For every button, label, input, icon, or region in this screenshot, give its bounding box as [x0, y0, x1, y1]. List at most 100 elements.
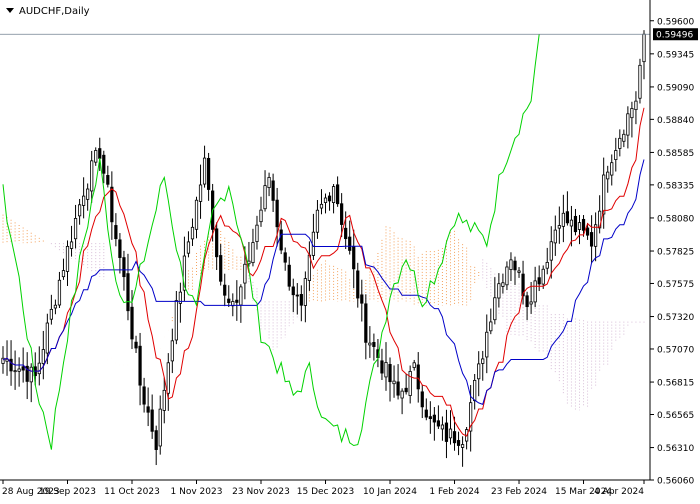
candle-body — [206, 157, 211, 190]
candle-body — [360, 294, 364, 304]
candle-body — [412, 362, 416, 368]
candle-body — [344, 227, 348, 240]
candle-body — [364, 303, 368, 343]
candle-body — [291, 286, 295, 296]
candle-body — [553, 229, 557, 244]
candle-body — [259, 209, 263, 223]
candle-body — [606, 171, 610, 180]
candle-body — [41, 349, 45, 364]
candle-body — [69, 241, 74, 249]
candle-body — [561, 212, 565, 227]
candle-body — [243, 263, 247, 284]
candle-body — [569, 219, 574, 227]
candle-body — [77, 204, 82, 217]
candle-body — [517, 270, 521, 273]
candle-body — [384, 362, 388, 378]
candle-body — [82, 195, 86, 206]
candle-body — [638, 64, 642, 99]
candle-body — [186, 241, 191, 254]
candle-body — [618, 137, 622, 149]
candle-body — [267, 177, 271, 189]
candle-body — [372, 342, 376, 347]
chart-container: 0.59600 0.59345 0.59090 0.58840 0.58585 0.583… — [0, 0, 700, 500]
candle-body — [215, 228, 219, 258]
y-tick-label: 0.57575 — [657, 280, 694, 290]
y-tick-label: 0.59090 — [657, 83, 694, 93]
candle-body — [319, 203, 324, 209]
candle-body — [420, 391, 424, 408]
candle-body — [473, 379, 477, 402]
y-tick-label: 0.56565 — [657, 411, 694, 421]
candle-body — [577, 222, 582, 230]
candle-body — [57, 279, 62, 306]
x-tick-label: 4 Apr 2024 — [594, 487, 644, 497]
candle-body — [408, 371, 412, 396]
x-tick-label: 19 Sep 2023 — [39, 487, 96, 497]
candle-body — [86, 188, 90, 200]
candle-body — [118, 239, 122, 258]
candle-body — [239, 286, 243, 306]
candle-body — [263, 185, 267, 210]
candle-body — [589, 232, 594, 247]
symbol-header: AUDCHF,Daily — [6, 6, 90, 17]
candle-body — [190, 226, 195, 240]
candle-body — [223, 284, 227, 296]
candle-body — [202, 157, 207, 185]
candle-body — [545, 261, 549, 269]
candle-body — [392, 380, 396, 385]
candle-body — [436, 420, 441, 427]
candle-body — [509, 259, 513, 270]
candle-body — [271, 180, 275, 201]
candle-body — [602, 174, 606, 215]
candle-body — [13, 370, 17, 373]
candle-body — [581, 218, 586, 231]
symbol-label: AUDCHF,Daily — [19, 6, 90, 17]
candle-body — [336, 184, 340, 205]
candle-body — [61, 270, 66, 278]
candle-body — [630, 108, 634, 119]
current-price-label: 0.59496 — [656, 31, 693, 41]
y-tick-label: 0.57070 — [657, 345, 694, 355]
candle-body — [340, 203, 344, 225]
x-tick-label: 15 Dec 2023 — [297, 487, 355, 497]
y-tick-label: 0.59600 — [657, 17, 694, 27]
candle-body — [295, 294, 299, 297]
candle-body — [634, 100, 638, 111]
candle-body — [73, 218, 78, 240]
candle-body — [53, 304, 58, 309]
candle-body — [541, 268, 545, 285]
candle-body — [251, 242, 255, 264]
candle-body — [348, 236, 352, 251]
candle-body — [356, 270, 360, 299]
candle-body — [452, 431, 457, 444]
candle-body — [219, 255, 223, 282]
candle-body — [626, 113, 630, 136]
y-tick-label: 0.59345 — [657, 50, 694, 60]
candle-body — [154, 430, 158, 450]
candle-body — [428, 416, 432, 420]
ichimoku-chart: 0.59600 0.59345 0.59090 0.58840 0.58585 0.583… — [0, 0, 700, 500]
candle-body — [275, 199, 279, 228]
candle-body — [424, 409, 428, 418]
candle-body — [549, 241, 553, 261]
candle-body — [90, 160, 94, 192]
candle-body — [198, 184, 203, 202]
candle-body — [126, 273, 130, 312]
candle-body — [110, 186, 114, 223]
candle-body — [17, 368, 21, 372]
y-tick-label: 0.58335 — [657, 181, 694, 191]
candle-body — [352, 246, 356, 270]
candle-body — [477, 363, 481, 380]
candle-body — [146, 406, 150, 413]
candle-body — [444, 422, 449, 442]
x-tick-label: 1 Feb 2024 — [429, 487, 480, 497]
candle-body — [134, 341, 138, 349]
candle-body — [166, 362, 170, 394]
candle-body — [287, 264, 291, 287]
candle-body — [481, 358, 485, 364]
x-tick-label: 23 Feb 2024 — [491, 487, 547, 497]
candle-body — [102, 154, 106, 174]
candle-body — [49, 308, 53, 320]
candle-body — [642, 33, 646, 63]
candle-body — [614, 150, 618, 160]
